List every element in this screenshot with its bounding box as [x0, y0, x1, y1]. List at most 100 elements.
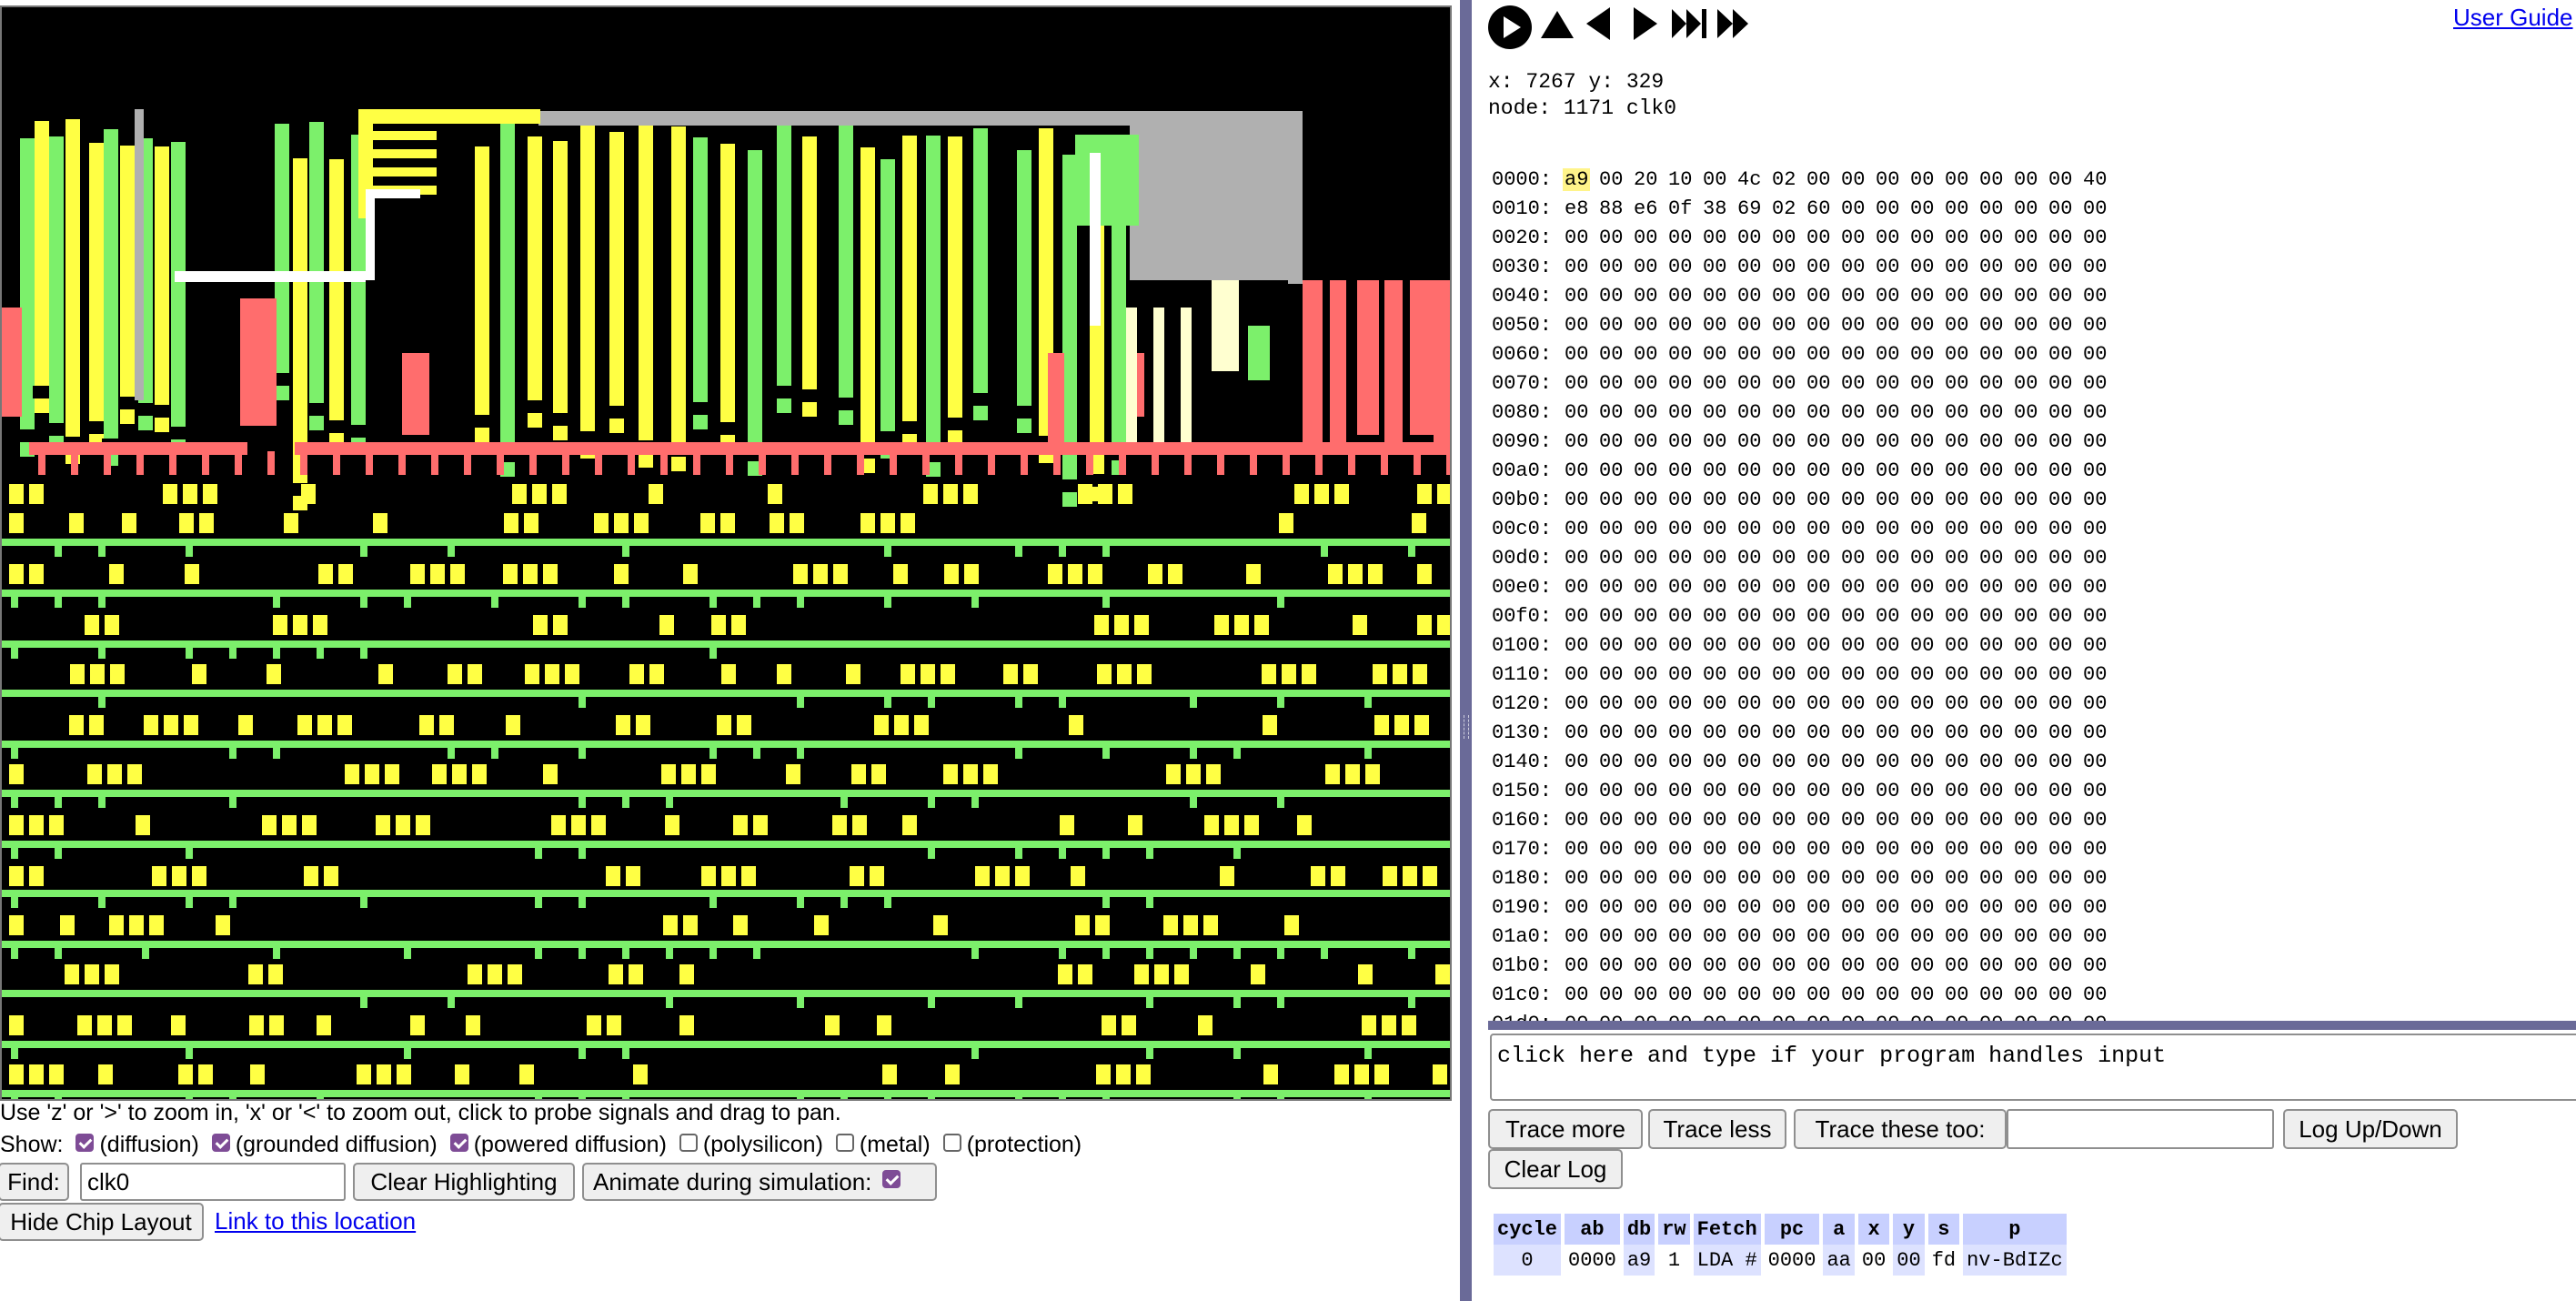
memory-byte[interactable]: 00	[2083, 282, 2118, 311]
memory-byte[interactable]: 00	[1634, 340, 1668, 369]
find-input[interactable]: clk0	[80, 1163, 346, 1201]
memory-byte[interactable]: 00	[1737, 602, 1772, 631]
memory-byte[interactable]: 00	[1634, 1010, 1668, 1021]
memory-byte[interactable]: 00	[1772, 369, 1806, 398]
memory-byte[interactable]: 00	[1806, 631, 1841, 661]
memory-byte[interactable]: 00	[1945, 544, 1979, 573]
memory-byte[interactable]: 00	[2048, 369, 2083, 398]
memory-byte[interactable]: 00	[1945, 253, 1979, 282]
memory-byte[interactable]: 00	[2083, 340, 2118, 369]
memory-byte[interactable]: 00	[2014, 981, 2048, 1010]
memory-byte[interactable]: 00	[1599, 253, 1634, 282]
play-icon[interactable]	[1486, 4, 1534, 51]
memory-byte[interactable]: 00	[1737, 282, 1772, 311]
memory-byte[interactable]: 4c	[1737, 166, 1772, 195]
memory-byte[interactable]: 00	[1806, 690, 1841, 719]
memory-byte[interactable]: 00	[1910, 952, 1945, 981]
memory-byte[interactable]: 00	[2014, 166, 2048, 195]
memory-byte[interactable]: 00	[1565, 544, 1599, 573]
memory-byte[interactable]: 00	[1979, 166, 2014, 195]
memory-byte[interactable]: 00	[1737, 428, 1772, 457]
memory-byte[interactable]: 00	[1703, 340, 1737, 369]
memory-byte[interactable]: 00	[1703, 835, 1737, 864]
memory-byte[interactable]: 00	[1668, 544, 1703, 573]
animate-toggle[interactable]: Animate during simulation:	[582, 1163, 937, 1201]
memory-byte[interactable]: 00	[1737, 1010, 1772, 1021]
memory-byte[interactable]: 00	[1772, 428, 1806, 457]
memory-byte[interactable]: 00	[1979, 952, 2014, 981]
memory-byte[interactable]: 00	[1979, 864, 2014, 893]
memory-byte[interactable]: 00	[1634, 428, 1668, 457]
memory-byte[interactable]: 00	[1806, 748, 1841, 777]
memory-byte[interactable]: 00	[1668, 282, 1703, 311]
memory-byte[interactable]: 00	[2048, 719, 2083, 748]
memory-byte[interactable]: 00	[1668, 835, 1703, 864]
memory-byte[interactable]: 00	[1841, 1010, 1876, 1021]
memory-byte[interactable]: 00	[1737, 835, 1772, 864]
memory-byte[interactable]: 00	[1703, 602, 1737, 631]
memory-byte[interactable]: 00	[1841, 224, 1876, 253]
memory-byte[interactable]: 00	[2048, 166, 2083, 195]
memory-byte[interactable]: 00	[2014, 690, 2048, 719]
memory-byte[interactable]: 00	[1703, 573, 1737, 602]
memory-byte[interactable]: 00	[1565, 398, 1599, 428]
memory-byte[interactable]: 00	[2048, 544, 2083, 573]
memory-byte[interactable]: 00	[1876, 282, 1910, 311]
memory-byte[interactable]: 00	[1772, 893, 1806, 923]
memory-byte[interactable]: 38	[1703, 195, 1737, 224]
memory-byte[interactable]: 00	[1910, 166, 1945, 195]
memory-byte[interactable]: 00	[1772, 923, 1806, 952]
memory-byte[interactable]: 00	[1841, 748, 1876, 777]
memory-byte[interactable]: 00	[1910, 835, 1945, 864]
memory-byte[interactable]: 00	[1876, 515, 1910, 544]
memory-byte[interactable]: 00	[1772, 573, 1806, 602]
memory-byte[interactable]: 00	[1599, 835, 1634, 864]
memory-byte[interactable]: 00	[2083, 952, 2118, 981]
memory-byte[interactable]: 00	[2083, 428, 2118, 457]
memory-byte[interactable]: 00	[1737, 515, 1772, 544]
memory-byte[interactable]: 00	[1703, 369, 1737, 398]
memory-byte[interactable]: 00	[1703, 981, 1737, 1010]
memory-byte[interactable]: 00	[1979, 1010, 2014, 1021]
memory-byte[interactable]: 00	[1806, 369, 1841, 398]
memory-byte[interactable]: 00	[1979, 515, 2014, 544]
memory-byte[interactable]: 00	[1979, 893, 2014, 923]
memory-byte[interactable]: 00	[2048, 1010, 2083, 1021]
memory-byte[interactable]: 00	[2083, 719, 2118, 748]
memory-byte[interactable]: 00	[1703, 457, 1737, 486]
memory-byte[interactable]: 00	[1634, 602, 1668, 631]
memory-byte[interactable]: 00	[1565, 1010, 1599, 1021]
memory-byte[interactable]: 00	[1945, 457, 1979, 486]
memory-byte[interactable]: 00	[2014, 457, 2048, 486]
memory-byte[interactable]: 00	[1634, 398, 1668, 428]
memory-byte[interactable]: 00	[1565, 253, 1599, 282]
memory-byte[interactable]: 00	[1945, 1010, 1979, 1021]
console-input[interactable]: click here and type if your program hand…	[1490, 1034, 2576, 1101]
memory-byte[interactable]: 00	[1945, 893, 1979, 923]
memory-byte[interactable]: 00	[1876, 398, 1910, 428]
memory-byte[interactable]: 00	[1806, 457, 1841, 486]
memory-byte[interactable]: 00	[1876, 602, 1910, 631]
memory-byte[interactable]: 00	[1668, 893, 1703, 923]
memory-byte[interactable]: 00	[1806, 253, 1841, 282]
memory-byte[interactable]: 00	[1945, 486, 1979, 515]
memory-byte[interactable]: 00	[1737, 864, 1772, 893]
memory-byte[interactable]: 00	[1910, 864, 1945, 893]
chip-layout-graphic[interactable]	[2, 7, 1450, 1099]
memory-byte[interactable]: 00	[1772, 224, 1806, 253]
fast-forward-icon[interactable]	[1716, 7, 1752, 40]
memory-byte[interactable]: 00	[2014, 864, 2048, 893]
memory-byte[interactable]: 00	[1703, 893, 1737, 923]
memory-byte[interactable]: 00	[2048, 573, 2083, 602]
memory-byte[interactable]: 00	[1979, 457, 2014, 486]
grounded-diffusion-checkbox[interactable]	[211, 1133, 230, 1152]
memory-byte[interactable]: 00	[2014, 195, 2048, 224]
memory-byte[interactable]: 00	[1599, 515, 1634, 544]
log-up-down-button[interactable]: Log Up/Down	[2283, 1109, 2458, 1149]
memory-byte[interactable]: 00	[1737, 923, 1772, 952]
memory-byte[interactable]: 00	[2083, 602, 2118, 631]
memory-byte[interactable]: 00	[1565, 602, 1599, 631]
memory-byte[interactable]: 00	[1979, 835, 2014, 864]
memory-byte[interactable]: 00	[1945, 719, 1979, 748]
memory-byte[interactable]: 00	[1910, 631, 1945, 661]
